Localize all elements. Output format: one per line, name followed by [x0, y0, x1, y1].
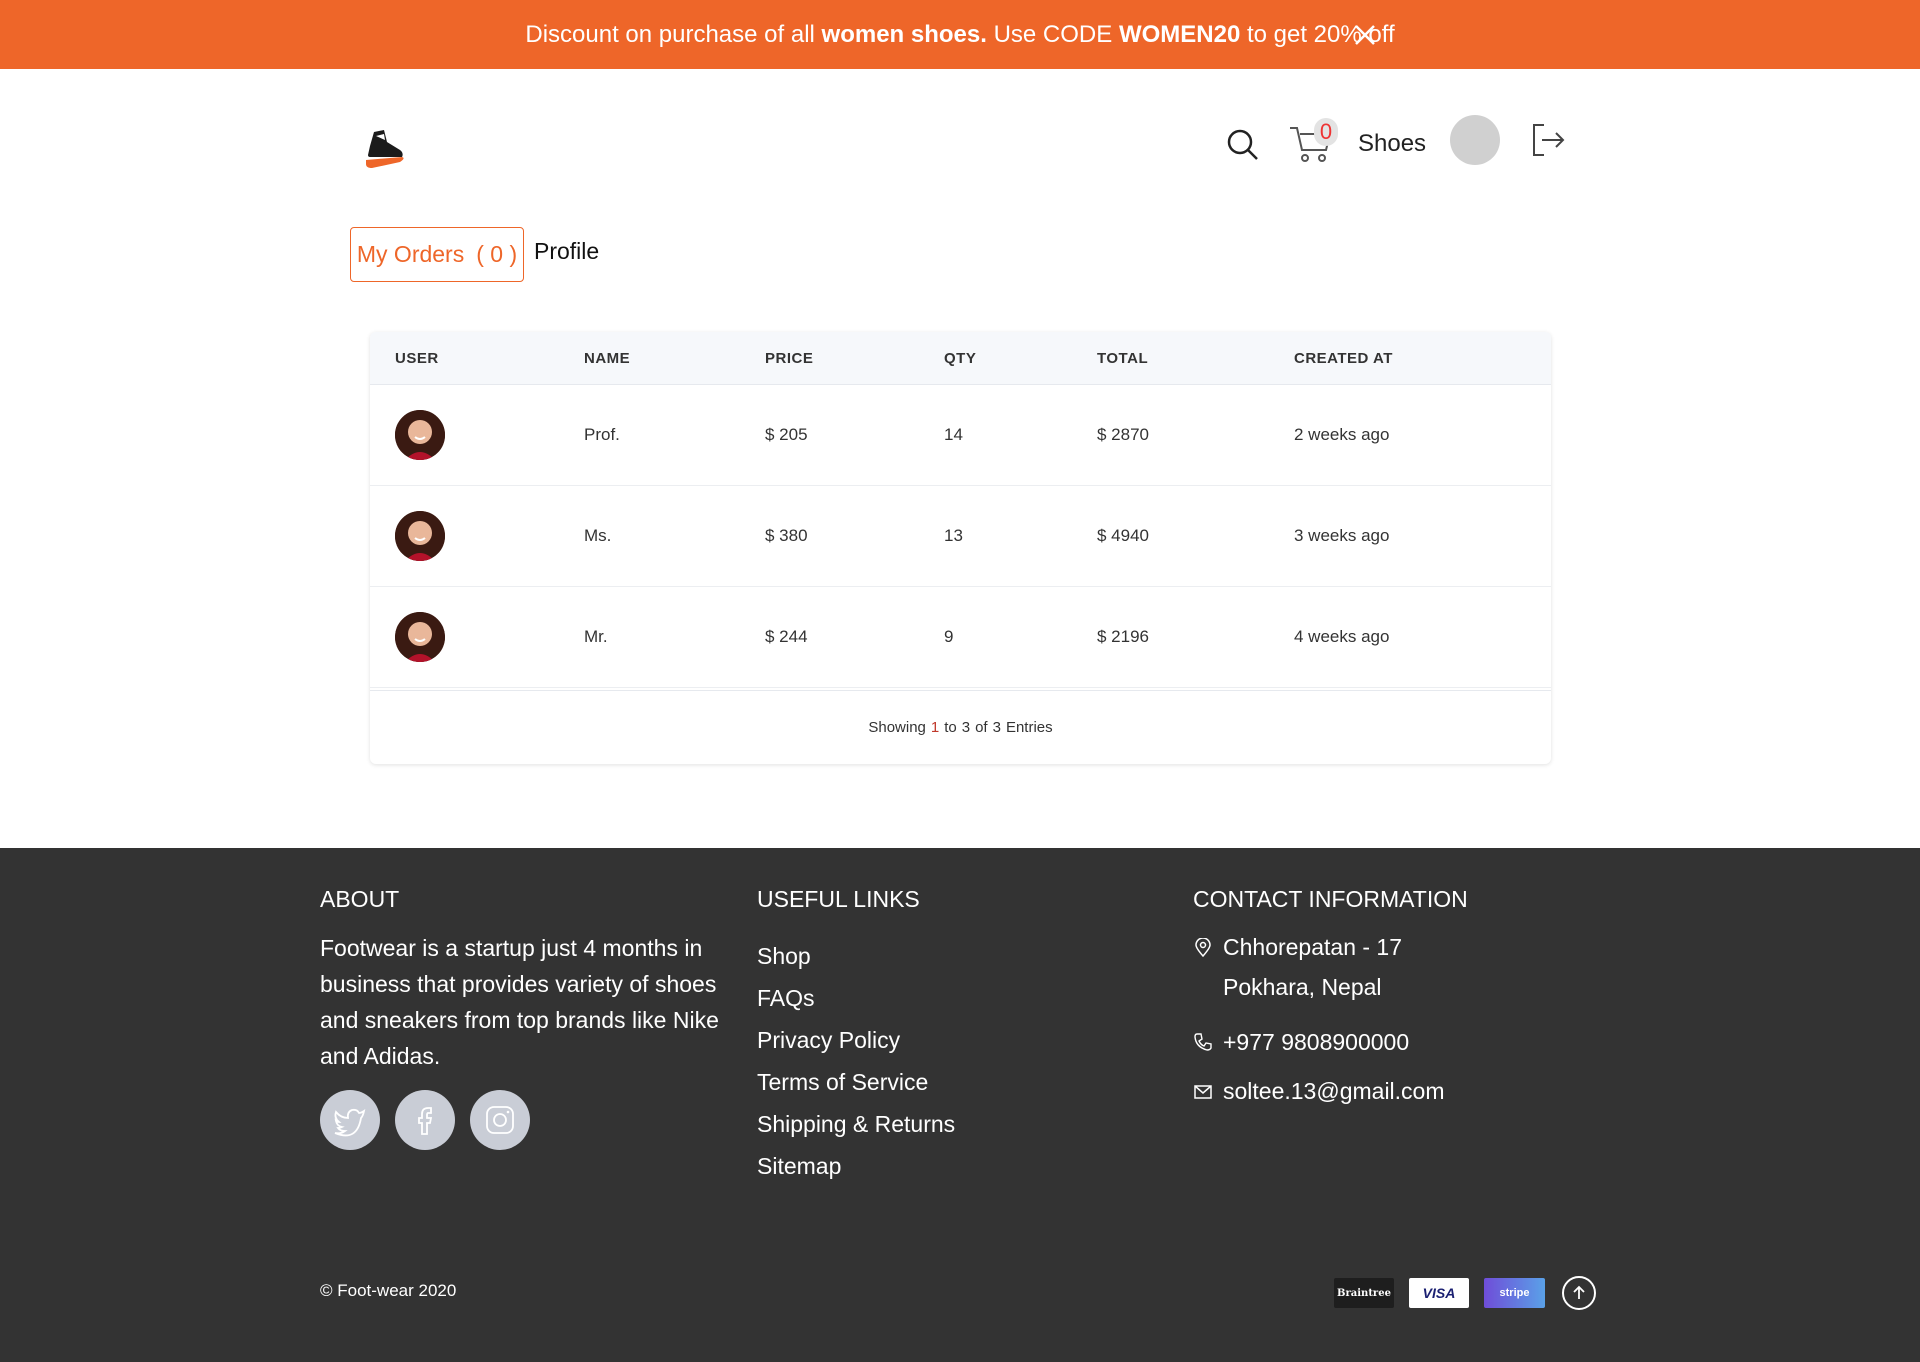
pagination-info: Showing 1 to 3 of 3 Entries	[370, 690, 1551, 764]
close-icon[interactable]	[1352, 22, 1378, 48]
avatar[interactable]	[1450, 115, 1500, 165]
braintree-logo: Braintree	[1334, 1278, 1394, 1308]
cell-created-at: 2 weeks ago	[1294, 425, 1390, 444]
column-header-name: NAME	[584, 350, 631, 367]
cell-qty: 14	[944, 425, 963, 444]
tab-my-orders[interactable]: My Orders ( 0 )	[350, 227, 524, 282]
arrow-up-icon	[1573, 1285, 1585, 1299]
footer-links: Shop FAQs Privacy Policy Terms of Servic…	[757, 942, 955, 1194]
table-row[interactable]: Prof. $ 205 14 $ 2870 2 weeks ago	[370, 385, 1551, 486]
tab-my-orders-count: ( 0 )	[476, 241, 518, 267]
column-header-created-at: CREATED AT	[1294, 350, 1393, 367]
footer-address-line2: Pokhara, Nepal	[1223, 974, 1382, 1000]
logout-icon[interactable]	[1530, 122, 1566, 158]
cell-name: Mr.	[584, 627, 608, 646]
visa-logo: VISA	[1409, 1278, 1469, 1308]
copyright-text: © Foot-wear 2020	[320, 1281, 457, 1300]
footer-link-shipping-returns[interactable]: Shipping & Returns	[757, 1110, 955, 1152]
footer-address-line1: Chhorepatan - 17	[1223, 934, 1403, 960]
cell-name: Prof.	[584, 425, 620, 444]
cell-price: $ 380	[765, 526, 808, 545]
user-avatar	[395, 612, 445, 662]
cell-price: $ 244	[765, 627, 808, 646]
table-row[interactable]: Ms. $ 380 13 $ 4940 3 weeks ago	[370, 486, 1551, 587]
facebook-icon[interactable]	[395, 1090, 455, 1150]
cell-created-at: 4 weeks ago	[1294, 627, 1390, 646]
footer-email[interactable]: soltee.13@gmail.com	[1223, 1078, 1445, 1105]
footer-link-terms-of-service[interactable]: Terms of Service	[757, 1068, 955, 1110]
footer-about-title: ABOUT	[320, 886, 400, 912]
search-icon[interactable]	[1226, 128, 1260, 162]
cell-qty: 9	[944, 627, 954, 646]
cell-price: $ 205	[765, 425, 808, 444]
user-avatar	[395, 410, 445, 460]
cell-name: Ms.	[584, 526, 612, 545]
table-row[interactable]: Mr. $ 244 9 $ 2196 4 weeks ago	[370, 587, 1551, 688]
stripe-logo: stripe	[1484, 1278, 1545, 1308]
cart-count-badge: 0	[1314, 118, 1338, 146]
footer-contact-title: CONTACT INFORMATION	[1193, 886, 1468, 912]
cell-total: $ 2870	[1097, 425, 1149, 444]
footer-link-privacy-policy[interactable]: Privacy Policy	[757, 1026, 955, 1068]
column-header-price: PRICE	[765, 350, 814, 367]
twitter-icon[interactable]	[320, 1090, 380, 1150]
tab-my-orders-label: My Orders	[356, 241, 465, 267]
footer-link-shop[interactable]: Shop	[757, 942, 955, 984]
footer-link-sitemap[interactable]: Sitemap	[757, 1152, 955, 1194]
shoes-nav-link[interactable]: Shoes	[1358, 130, 1426, 158]
instagram-icon[interactable]	[470, 1090, 530, 1150]
column-header-qty: QTY	[944, 350, 977, 367]
footer-link-faqs[interactable]: FAQs	[757, 984, 955, 1026]
column-header-total: TOTAL	[1097, 350, 1149, 367]
back-to-top-button[interactable]	[1562, 1276, 1596, 1310]
promo-banner: Discount on purchase of all women shoes.…	[0, 0, 1920, 69]
shoe-logo-icon[interactable]	[360, 124, 410, 174]
tab-profile[interactable]: Profile	[534, 238, 599, 265]
cell-total: $ 2196	[1097, 627, 1149, 646]
promo-text: Discount on purchase of all women shoes.…	[525, 20, 1395, 48]
cell-qty: 13	[944, 526, 963, 545]
user-avatar	[395, 511, 445, 561]
phone-icon	[1194, 1033, 1212, 1051]
site-footer: ABOUT Footwear is a startup just 4 month…	[0, 848, 1920, 1362]
table-header: USER NAME PRICE QTY TOTAL CREATED AT	[370, 332, 1551, 385]
email-icon	[1194, 1085, 1212, 1099]
column-header-user: USER	[395, 350, 439, 367]
footer-links-title: USEFUL LINKS	[757, 886, 920, 912]
orders-table: USER NAME PRICE QTY TOTAL CREATED AT Pro…	[370, 332, 1551, 764]
footer-phone: +977 9808900000	[1223, 1029, 1410, 1055]
location-pin-icon	[1195, 938, 1211, 958]
cell-total: $ 4940	[1097, 526, 1149, 545]
cell-created-at: 3 weeks ago	[1294, 526, 1390, 545]
footer-about-text: Footwear is a startup just 4 months in b…	[320, 935, 719, 1069]
